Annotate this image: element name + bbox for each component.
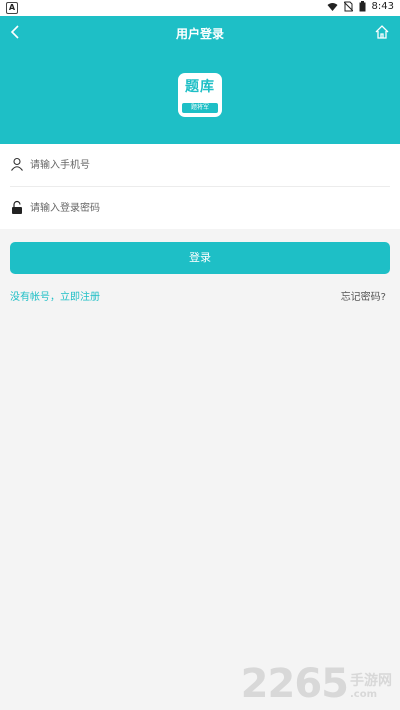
notification-a-icon: A	[6, 2, 18, 14]
wifi-icon	[327, 2, 338, 11]
password-field	[0, 187, 400, 229]
watermark-cn: 手游网	[350, 673, 392, 689]
lock-icon	[12, 200, 22, 214]
logo-title: 题库	[185, 79, 215, 95]
password-input[interactable]	[30, 195, 380, 221]
page-title: 用户登录	[175, 27, 224, 41]
status-bar: A 8:43	[0, 0, 400, 16]
battery-icon	[359, 1, 366, 12]
app-logo: 题库 题将军	[178, 73, 222, 117]
user-icon	[11, 157, 23, 171]
phone-field	[0, 144, 400, 187]
watermark: 2265 手游网 .com	[241, 664, 392, 704]
forgot-password-link[interactable]: 忘记密码?	[341, 288, 386, 303]
login-form	[0, 144, 400, 229]
phone-input[interactable]	[30, 152, 380, 178]
register-link[interactable]: 没有帐号，立即注册	[10, 288, 100, 303]
status-time: 8:43	[371, 1, 394, 12]
logo-subtitle: 题将军	[182, 103, 218, 113]
watermark-number: 2265	[240, 661, 349, 707]
watermark-domain: .com	[350, 689, 378, 700]
header: 用户登录 题库 题将军	[0, 16, 400, 144]
login-button[interactable]: 登录	[10, 242, 390, 274]
home-button[interactable]	[374, 24, 390, 40]
no-sim-icon	[343, 1, 353, 12]
status-icons: 8:43	[327, 1, 394, 12]
home-icon	[375, 25, 389, 39]
